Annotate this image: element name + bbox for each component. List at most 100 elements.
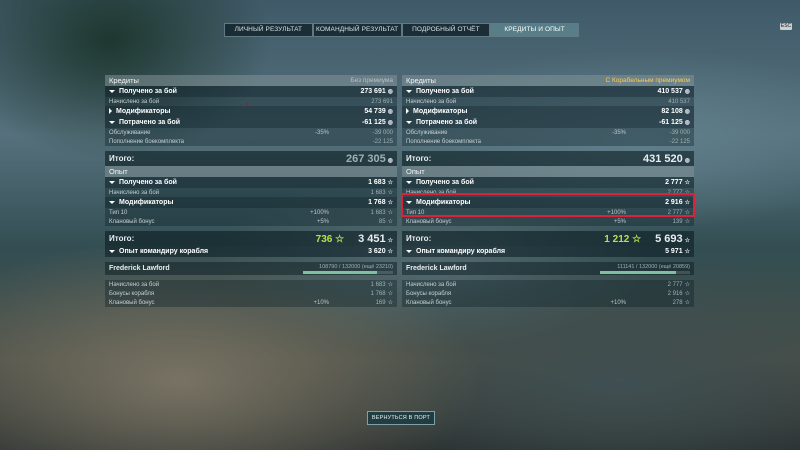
credits-modifiers-label: Модификаторы [413, 108, 468, 115]
star-icon: ☆ [387, 300, 393, 306]
free-xp-value: 1 212 ☆ [604, 233, 642, 245]
commander-ship-label: Бонусы корабля [406, 290, 452, 297]
star-icon: ☆ [684, 219, 690, 225]
xp-total-row: Итого: 736 ☆ 3 451 ☆ [105, 231, 397, 246]
commander-xp-row[interactable]: Опыт командиру корабля 3 620 ☆ [105, 246, 397, 257]
commander-clan-value: 278 [672, 300, 683, 306]
credits-earned-label: Получено за бой [119, 88, 177, 95]
credits-ammo-row: Пополнение боекомплекта -22 125 [105, 137, 397, 146]
commander-clan-pct: +10% [610, 299, 626, 306]
star-icon: ☆ [684, 291, 690, 297]
credits-title: Кредиты [406, 76, 436, 85]
star-icon: ☆ [387, 200, 393, 206]
credits-accrued-row: Начислено за бой 410 537 [402, 97, 694, 106]
credits-spent-value: -61 125 [659, 119, 683, 126]
credits-service-label: Обслуживание [109, 129, 151, 136]
credits-spent-row[interactable]: Потрачено за бой -61 125 ◍ [105, 117, 397, 128]
credits-modifiers-row[interactable]: Модификаторы 54 739 ◍ [105, 106, 397, 117]
chevron-down-icon [406, 180, 412, 184]
star-icon: ☆ [387, 219, 393, 225]
star-icon: ☆ [387, 291, 393, 297]
chevron-right-icon [406, 108, 409, 115]
chevron-down-icon [109, 200, 115, 204]
star-icon: ☆ [684, 300, 690, 306]
xp-modifiers-value: 1 768 [368, 199, 386, 206]
xp-earned-row[interactable]: Получено за бой 2 777 ☆ [402, 177, 694, 188]
credits-icon: ◍ [387, 157, 393, 164]
xp-title: Опыт [109, 167, 128, 176]
star-icon: ☆ [684, 180, 690, 186]
tab-team-result[interactable]: КОМАНДНЫЙ РЕЗУЛЬТАТ [312, 23, 402, 37]
credits-modifiers-row[interactable]: Модификаторы 82 108 ◍ [402, 106, 694, 117]
credits-earned-row[interactable]: Получено за бой 273 691 ◍ [105, 86, 397, 97]
star-icon: ☆ [684, 249, 690, 255]
credits-earned-label: Получено за бой [416, 88, 474, 95]
chevron-down-icon [406, 89, 412, 93]
xp-modifiers-row[interactable]: Модификаторы 1 768 ☆ [105, 197, 397, 208]
commander-ship-label: Бонусы корабля [109, 290, 155, 297]
credits-subtitle: Без премиума [350, 77, 393, 84]
commander-clan-label: Клановый бонус [109, 299, 155, 306]
star-icon: ☆ [387, 190, 393, 196]
commander-name-row: Frederick Lawford 111141 / 132000 (ещё 2… [402, 262, 694, 275]
credits-subtitle: С Корабельным премиумом [605, 77, 690, 84]
credits-spent-row[interactable]: Потрачено за бой -61 125 ◍ [402, 117, 694, 128]
xp-tier-row: Тип 10 +100% 1 683 ☆ [105, 208, 397, 217]
tab-detailed-report[interactable]: ПОДРОБНЫЙ ОТЧЁТ [401, 23, 491, 37]
commander-name: Frederick Lawford [109, 265, 170, 272]
return-to-port-button[interactable]: ВЕРНУТЬСЯ В ПОРТ [367, 411, 435, 425]
esc-badge[interactable]: ESC [780, 23, 792, 30]
credits-service-value: -39 000 [669, 129, 690, 136]
credits-spent-value: -61 125 [362, 119, 386, 126]
xp-clan-row: Клановый бонус +5% 85 ☆ [105, 217, 397, 226]
star-icon: ☆ [387, 282, 393, 288]
xp-clan-label: Клановый бонус [109, 218, 155, 225]
commander-accrued-label: Начислено за бой [109, 281, 160, 288]
commander-ship-value: 1 768 [370, 291, 386, 297]
commander-clan-label: Клановый бонус [406, 299, 452, 306]
credits-service-row: Обслуживание -35% -39 000 [402, 128, 694, 137]
xp-clan-label: Клановый бонус [406, 218, 452, 225]
chevron-down-icon [109, 120, 115, 124]
credits-service-row: Обслуживание -35% -39 000 [105, 128, 397, 137]
credits-spent-label: Потрачено за бой [119, 119, 181, 126]
xp-accrued-row: Начислено за бой 1 683 ☆ [105, 188, 397, 197]
credits-accrued-label: Начислено за бой [406, 98, 457, 105]
tab-bar: ЛИЧНЫЙ РЕЗУЛЬТАТ КОМАНДНЫЙ РЕЗУЛЬТАТ ПОД… [224, 23, 579, 37]
tab-credits-xp[interactable]: КРЕДИТЫ И ОПЫТ [490, 23, 579, 37]
commander-accrued-value: 2 777 [667, 282, 683, 288]
commander-accrued-label: Начислено за бой [406, 281, 457, 288]
xp-earned-row[interactable]: Получено за бой 1 683 ☆ [105, 177, 397, 188]
credits-service-pct: -35% [314, 129, 329, 136]
credits-icon: ◍ [684, 157, 690, 164]
commander-ship-row: Бонусы корабля 2 916 ☆ [402, 289, 694, 298]
commander-xp-row[interactable]: Опыт командиру корабля 5 971 ☆ [402, 246, 694, 257]
credits-accrued-row: Начислено за бой 273 691 [105, 97, 397, 106]
xp-clan-value: 139 [672, 219, 683, 225]
credits-total-row: Итого: 431 520 ◍ [402, 151, 694, 166]
xp-header: Опыт [105, 166, 397, 177]
panel-premium: Кредиты С Корабельным премиумом Получено… [402, 75, 694, 307]
credits-ammo-label: Пополнение боекомплекта [109, 138, 184, 145]
xp-total-value: 5 693 [655, 232, 683, 245]
xp-accrued-label: Начислено за бой [109, 189, 160, 196]
xp-header: Опыт [402, 166, 694, 177]
xp-clan-pct: +5% [613, 218, 626, 225]
credits-total-label: Итого: [109, 154, 135, 163]
credits-accrued-label: Начислено за бой [109, 98, 160, 105]
chevron-down-icon [406, 120, 412, 124]
credits-earned-row[interactable]: Получено за бой 410 537 ◍ [402, 86, 694, 97]
credits-ammo-value: -22 125 [669, 138, 690, 145]
credits-spent-label: Потрачено за бой [416, 119, 478, 126]
tab-personal-result[interactable]: ЛИЧНЫЙ РЕЗУЛЬТАТ [224, 23, 313, 37]
xp-tier-value: 1 683 [370, 210, 386, 216]
panel-no-premium: Кредиты Без премиума Получено за бой 273… [105, 75, 397, 307]
credits-icon: ◍ [684, 89, 690, 95]
xp-clan-pct: +5% [316, 218, 329, 225]
credits-ammo-value: -22 125 [372, 138, 393, 145]
commander-xp-value: 5 971 [665, 248, 683, 255]
xp-total-value: 3 451 [358, 232, 386, 245]
credits-title: Кредиты [109, 76, 139, 85]
commander-progress-text: 111141 / 132000 (ещё 20859) [617, 263, 690, 270]
xp-earned-label: Получено за бой [119, 179, 177, 186]
